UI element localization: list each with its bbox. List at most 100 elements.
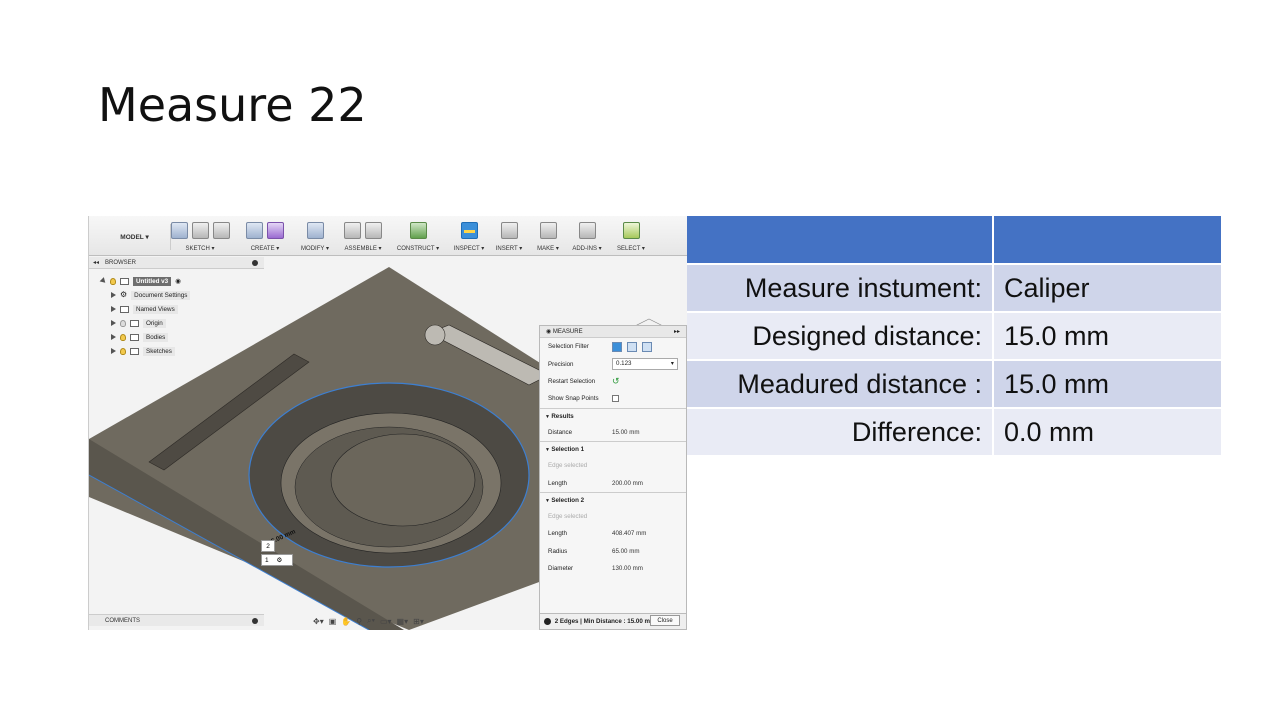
tree-item-document-settings[interactable]: ⚙ Document Settings [101,288,191,302]
expand-icon[interactable] [111,292,116,298]
tree-item-bodies[interactable]: Bodies [101,330,190,344]
visibility-bulb-icon[interactable] [120,347,126,355]
modify-menu[interactable]: MODIFY ▾ [295,245,335,252]
filter-body-icon[interactable] [612,341,622,352]
snap-row: Show Snap Points [540,390,686,407]
toolbar-group-construct[interactable]: CONSTRUCT ▾ [393,219,443,255]
pin-icon[interactable] [252,618,258,624]
inner-recess [330,433,476,527]
expand-icon[interactable] [111,334,116,340]
pin-icon[interactable] [252,260,258,266]
display-settings-icon[interactable]: ▭▾ [380,617,392,626]
create-menu[interactable]: CREATE ▾ [239,245,291,252]
folder-icon [130,347,139,355]
select-icon[interactable] [622,221,640,239]
expand-icon[interactable] [111,320,116,326]
toolbar-group-assemble[interactable]: ASSEMBLE ▾ [339,219,387,255]
selection-filter-label: Selection Filter [548,343,589,351]
measure-panel: ◉ MEASURE ▸▸ Selection Filter Precision … [539,325,687,630]
measure-title: MEASURE [552,329,583,335]
box-icon[interactable] [246,221,263,239]
as-built-joint-icon[interactable] [365,221,382,239]
selection1-header[interactable]: Selection 1 [540,440,686,457]
sketch-menu[interactable]: SKETCH ▾ [167,245,233,252]
model-workspace-button[interactable]: MODEL ▾ [99,224,171,250]
fusion-screenshot: TOP FRONT RIGHT Z 15.00 mm 2 1 ⚙ MODEL ▾… [88,216,687,630]
tree-item-origin[interactable]: Origin [101,316,190,330]
info-icon [544,617,551,625]
measure-header[interactable]: ◉ MEASURE ▸▸ [540,326,686,338]
precision-select[interactable]: 0.123 [612,358,678,371]
expand-icon[interactable] [99,277,108,285]
grid-icon[interactable]: ▦▾ [397,617,409,626]
visibility-bulb-icon[interactable] [120,319,126,327]
expand-icon[interactable] [111,306,116,312]
toolbar-group-addins[interactable]: ADD-INS ▾ [567,219,607,255]
expand-icon[interactable] [111,348,116,354]
tree-item-label: Untitled v3 [133,276,172,286]
addins-menu[interactable]: ADD-INS ▾ [567,245,607,252]
comments-label: COMMENTS [105,618,140,624]
visibility-bulb-icon[interactable] [120,333,126,341]
comments-bar[interactable]: COMMENTS [89,614,264,626]
construct-menu[interactable]: CONSTRUCT ▾ [393,245,443,252]
select-menu[interactable]: SELECT ▾ [613,245,649,252]
look-at-icon[interactable]: ▣ [329,617,337,626]
fit-icon[interactable]: ⌕▾ [367,616,375,626]
selection2-header[interactable]: Selection 2 [540,491,686,508]
document-icon [120,277,129,285]
toolbar-group-select[interactable]: SELECT ▾ [613,219,649,255]
filter-face-icon[interactable] [627,341,637,352]
toolbar-group-sketch[interactable]: SKETCH ▾ [167,219,233,255]
form-icon[interactable] [267,221,284,239]
toolbar-group-make[interactable]: MAKE ▾ [533,219,563,255]
inspect-menu[interactable]: INSPECT ▾ [451,245,487,252]
joint-icon[interactable] [344,221,361,239]
measure-icon[interactable] [460,221,478,239]
viewports-icon[interactable]: ⊞▾ [413,617,424,626]
tree-item-root[interactable]: Untitled v3 ◉ [99,274,190,288]
toolbar: MODEL ▾ SKETCH ▾ CREATE ▾ MODIFY ▾ ASSEM… [89,216,687,256]
tree-item-sketches[interactable]: Sketches [101,344,190,358]
snap-checkbox[interactable] [612,395,619,403]
modify-icon[interactable] [306,221,324,239]
tree-item-label: Bodies [143,332,169,342]
table-row: Meadured distance : 15.0 mm [687,360,1221,409]
filter-edge-icon[interactable] [642,341,652,352]
folder-icon [120,305,129,313]
badge-1: 1 [265,557,269,564]
restart-icon[interactable]: ↺ [612,376,620,387]
print-3d-icon[interactable] [539,221,557,239]
collapse-icon[interactable]: ◂◂ [93,257,99,269]
restart-label: Restart Selection [548,377,596,385]
orbit-icon[interactable]: ✥▾ [313,617,324,626]
sketch-icon[interactable] [170,221,188,239]
radius-row: Radius 65.00 mm [540,543,686,560]
scripts-icon[interactable] [578,221,596,239]
restart-row: Restart Selection ↺ [540,373,686,390]
navigation-bar: ✥▾ ▣ ✋ ⚲ ⌕▾ ▭▾ ▦▾ ⊞▾ [313,614,459,628]
zoom-icon[interactable]: ⚲ [356,617,362,626]
radio-icon[interactable]: ◉ [175,278,181,285]
insert-image-icon[interactable] [500,221,518,239]
results-header[interactable]: Results [540,407,686,424]
make-menu[interactable]: MAKE ▾ [533,245,563,252]
gear-icon[interactable]: ⚙ [276,557,282,564]
toolbar-group-inspect[interactable]: INSPECT ▾ [451,219,487,255]
close-button[interactable]: Close [650,615,680,626]
badge-1-group[interactable]: 1 ⚙ [261,554,293,566]
toolbar-group-modify[interactable]: MODIFY ▾ [295,219,335,255]
visibility-bulb-icon[interactable] [110,277,116,285]
toolbar-group-insert[interactable]: INSERT ▾ [491,219,527,255]
pan-icon[interactable]: ✋ [341,617,351,626]
browser-header[interactable]: ◂◂ BROWSER [89,257,264,269]
line-icon[interactable] [191,221,209,239]
expand-panel-icon[interactable]: ▸▸ [674,326,680,338]
tree-item-named-views[interactable]: Named Views [101,302,190,316]
plane-icon[interactable] [409,221,427,239]
insert-menu[interactable]: INSERT ▾ [491,245,527,252]
assemble-menu[interactable]: ASSEMBLE ▾ [339,245,387,252]
diameter-value: 130.00 mm [612,565,643,573]
rectangle-icon[interactable] [212,221,230,239]
toolbar-group-create[interactable]: CREATE ▾ [239,219,291,255]
